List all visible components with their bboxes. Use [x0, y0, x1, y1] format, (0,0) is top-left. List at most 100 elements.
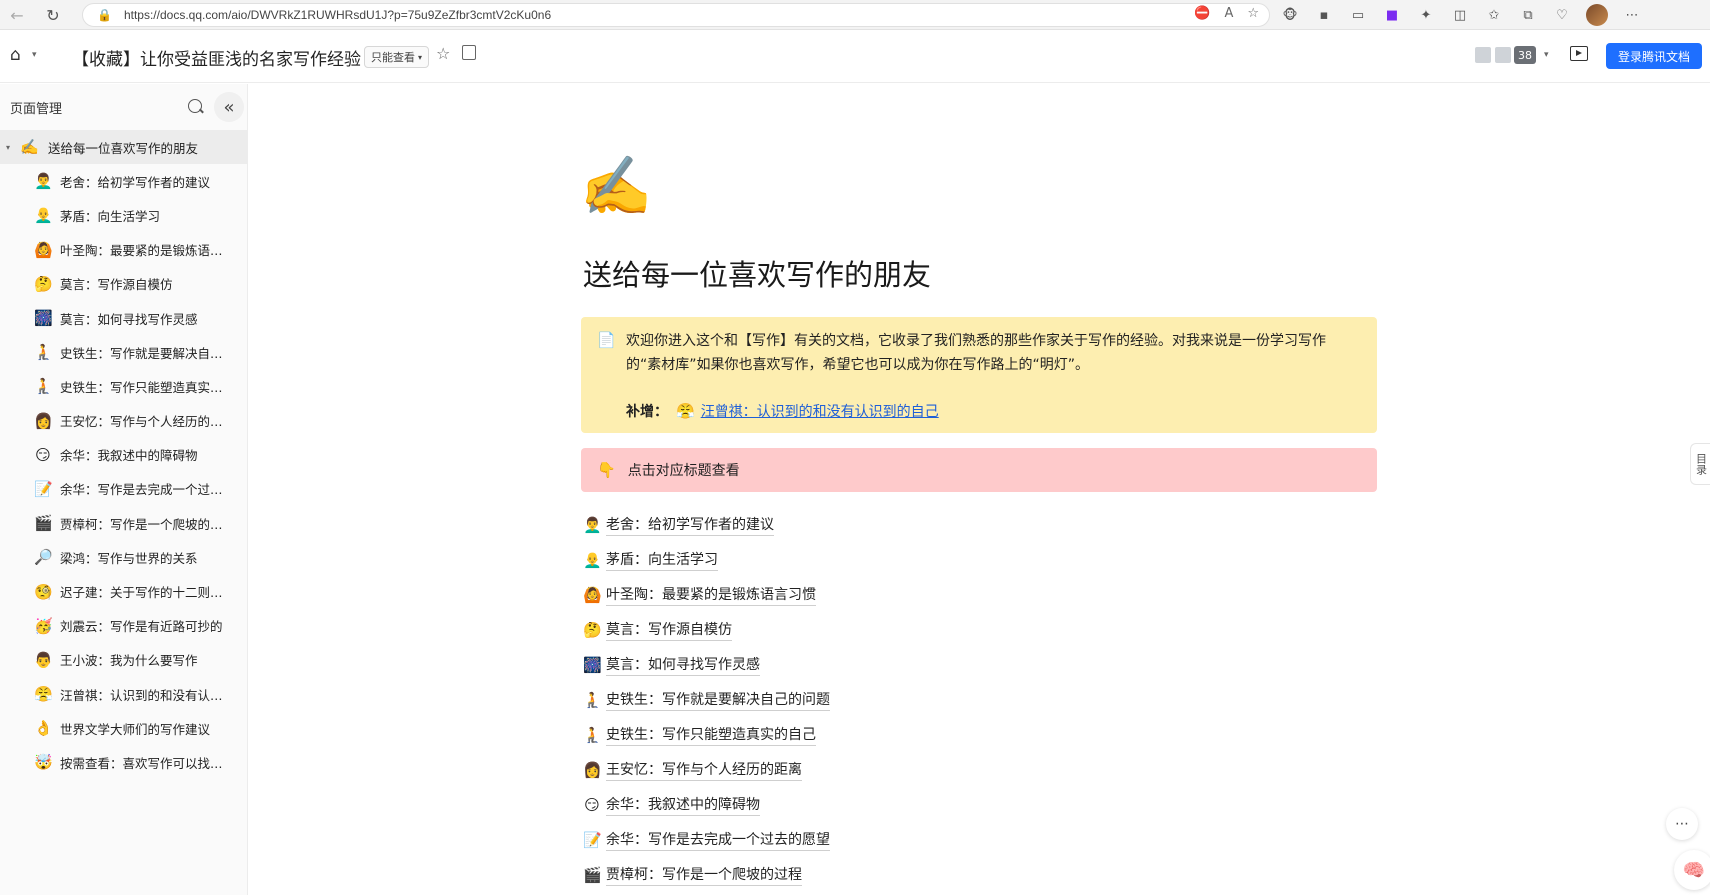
sidebar-item[interactable]: 🎬 贾樟柯：写作是一个爬坡的过程 — [0, 506, 247, 540]
sidebar-item[interactable]: 🙆 叶圣陶：最要紧的是锻炼语言习惯 — [0, 233, 247, 267]
login-button[interactable]: 登录腾讯文档 — [1606, 43, 1702, 69]
sidebar-item[interactable]: 🧐 迟子建：关于写作的十二则箴言 — [0, 574, 247, 608]
chapter-emoji-icon: 📝 — [583, 830, 602, 849]
sidebar-item[interactable]: 🤯 按需查看：喜欢写作可以找什么书看 — [0, 745, 247, 779]
star-icon[interactable]: ☆ — [436, 44, 450, 63]
view-mode-label: 只能查看 — [371, 51, 415, 64]
supplement-link[interactable]: 汪曾祺：认识到的和没有认识到的自己 — [701, 401, 939, 421]
chevron-down-icon[interactable]: ▾ — [32, 50, 37, 60]
sidebar-item[interactable]: 🧎 史铁生：写作就是要解决自己的问题 — [0, 335, 247, 369]
sidebar-item-label: 送给每一位喜欢写作的朋友 — [48, 140, 199, 156]
sidebar-item[interactable]: 🤔 莫言：写作源自模仿 — [0, 267, 247, 301]
chapter-link-label[interactable]: 贾樟柯：写作是一个爬坡的过程 — [606, 864, 802, 886]
sidebar-item[interactable]: 😤 汪曾祺：认识到的和没有认识到的自己 — [0, 677, 247, 711]
chapter-emoji-icon: 👨‍🦱 — [583, 515, 602, 534]
sidebar-item[interactable]: 👨‍🦲 茅盾：向生活学习 — [0, 198, 247, 232]
collections-icon[interactable]: ⧉ — [1518, 5, 1538, 25]
avatar — [1474, 46, 1492, 64]
chapter-link[interactable]: 🧎 史铁生：写作只能塑造真实的自己 — [583, 717, 830, 752]
sidebar-item-label: 史铁生：写作就是要解决自己的问题 — [60, 345, 230, 361]
search-icon[interactable] — [188, 99, 202, 113]
sidebar-item-label: 史铁生：写作只能塑造真实的自己 — [60, 379, 230, 395]
sidebar-item[interactable]: 👌 世界文学大师们的写作建议 — [0, 711, 247, 745]
page-emoji-icon: 😤 — [34, 685, 53, 704]
sidebar-item[interactable]: 🥳 刘震云：写作是有近路可抄的 — [0, 609, 247, 643]
toc-tab[interactable]: 目录 — [1690, 443, 1710, 485]
chapter-link[interactable]: 👨‍🦲 茅盾：向生活学习 — [583, 542, 830, 577]
sidebar-item-label: 贾樟柯：写作是一个爬坡的过程 — [60, 516, 230, 532]
more-icon[interactable]: ⋯ — [1666, 808, 1698, 840]
extension-monkey-icon[interactable]: 🐵 — [1280, 5, 1300, 25]
chapter-link[interactable]: 🎆 莫言：如何寻找写作灵感 — [583, 647, 830, 682]
sidebar-item-root[interactable]: ▾ ✍️ 送给每一位喜欢写作的朋友 — [0, 130, 247, 165]
back-arrow-icon[interactable]: ← — [4, 2, 30, 28]
page-emoji-icon: 👩 — [34, 411, 53, 430]
caret-down-icon[interactable]: ▾ — [6, 143, 20, 152]
sidebar-item[interactable]: 👩 王安忆：写作与个人经历的距离 — [0, 404, 247, 438]
page-tree: ▾ ✍️ 送给每一位喜欢写作的朋友 👨‍🦱 老舍：给初学写作者的建议 👨‍🦲 茅盾：向… — [0, 130, 247, 780]
chapter-link-label[interactable]: 王安忆：写作与个人经历的距离 — [606, 759, 802, 781]
sidebar-item[interactable]: 🔎 梁鸿：写作与世界的关系 — [0, 540, 247, 574]
chapter-link[interactable]: 🎬 贾樟柯：写作是一个爬坡的过程 — [583, 857, 830, 892]
sidebar-item[interactable]: 🧎 史铁生：写作只能塑造真实的自己 — [0, 369, 247, 403]
chapter-link[interactable]: 📝 余华：写作是去完成一个过去的愿望 — [583, 822, 830, 857]
extension-purple-icon[interactable]: ■ — [1382, 5, 1402, 25]
sidebar-item[interactable]: 🎆 莫言：如何寻找写作灵感 — [0, 301, 247, 335]
blocked-popup-icon[interactable]: ⛔ — [1194, 6, 1210, 21]
sidebar-item-label: 莫言：写作源自模仿 — [60, 277, 173, 293]
chapter-link[interactable]: 🙆 叶圣陶：最要紧的是锻炼语言习惯 — [583, 577, 830, 612]
lock-icon: 🔒 — [97, 8, 112, 22]
page-emoji-icon: 🧐 — [34, 582, 53, 601]
collaborators[interactable]: 38 ▾ — [1474, 46, 1549, 64]
read-aloud-icon[interactable]: A — [1224, 6, 1233, 21]
page-heading: 送给每一位喜欢写作的朋友 — [583, 258, 932, 292]
favorites-icon[interactable]: ✩ — [1484, 5, 1504, 25]
sidebar-item-label: 刘震云：写作是有近路可抄的 — [60, 619, 223, 635]
chapter-link-label[interactable]: 余华：我叙述中的障碍物 — [606, 794, 760, 816]
sidebar-item-label: 梁鸿：写作与世界的关系 — [60, 550, 198, 566]
writing-hand-icon: ✍️ — [20, 138, 39, 157]
split-screen-icon[interactable]: ◫ — [1450, 5, 1470, 25]
sidebar-item[interactable]: 😏 余华：我叙述中的障碍物 — [0, 438, 247, 472]
chapter-link[interactable]: 😏 余华：我叙述中的障碍物 — [583, 787, 830, 822]
chapter-link-label[interactable]: 史铁生：写作就是要解决自己的问题 — [606, 689, 830, 711]
collapse-sidebar-icon[interactable]: « — [214, 92, 244, 122]
note-icon[interactable] — [462, 45, 476, 60]
chevron-down-icon: ▾ — [418, 52, 423, 62]
chapter-link-label[interactable]: 老舍：给初学写作者的建议 — [606, 514, 774, 536]
page-emoji-icon: 🎬 — [34, 514, 53, 533]
chapter-link[interactable]: 🧎 史铁生：写作就是要解决自己的问题 — [583, 682, 830, 717]
chapter-link-label[interactable]: 莫言：如何寻找写作灵感 — [606, 654, 760, 676]
ai-assistant-icon[interactable]: 🧠 — [1674, 850, 1710, 890]
sidebar-item[interactable]: 👨 王小波：我为什么要写作 — [0, 643, 247, 677]
sidebar-item-label: 迟子建：关于写作的十二则箴言 — [60, 585, 230, 601]
profile-avatar[interactable] — [1586, 4, 1608, 26]
view-mode-button[interactable]: 只能查看 ▾ — [364, 46, 430, 68]
chapter-link[interactable]: 🤔 莫言：写作源自模仿 — [583, 612, 830, 647]
chevron-down-icon: ▾ — [1544, 50, 1549, 60]
extensions-puzzle-icon[interactable]: ✦ — [1416, 5, 1436, 25]
sidebar-item[interactable]: 📝 余华：写作是去完成一个过去的愿望 — [0, 472, 247, 506]
sidebar-item[interactable]: 👨‍🦱 老舍：给初学写作者的建议 — [0, 164, 247, 198]
chapter-link[interactable]: 👨‍🦱 老舍：给初学写作者的建议 — [583, 507, 830, 542]
address-bar[interactable]: 🔒 https://docs.qq.com/aio/DWVRkZ1RUWHRsd… — [82, 3, 1270, 27]
chapter-emoji-icon: 🙆 — [583, 585, 602, 604]
chapter-link-label[interactable]: 叶圣陶：最要紧的是锻炼语言习惯 — [606, 584, 816, 606]
chapter-link-label[interactable]: 茅盾：向生活学习 — [606, 549, 718, 571]
sidebar-header: 页面管理 « — [0, 84, 247, 130]
present-icon[interactable] — [1570, 46, 1588, 61]
extension-screen-icon[interactable]: ▭ — [1348, 5, 1368, 25]
sidebar-title: 页面管理 — [10, 101, 63, 117]
more-menu-icon[interactable]: ⋯ — [1622, 5, 1642, 25]
home-icon[interactable]: ⌂ — [10, 45, 21, 65]
extension-mask-icon[interactable]: ▪ — [1314, 5, 1334, 25]
favorite-star-icon[interactable]: ☆ — [1247, 6, 1259, 21]
chapter-link-label[interactable]: 史铁生：写作只能塑造真实的自己 — [606, 724, 816, 746]
chapter-link[interactable]: 👩 王安忆：写作与个人经历的距离 — [583, 752, 830, 787]
browser-essentials-icon[interactable]: ♡ — [1552, 5, 1572, 25]
chapter-emoji-icon: 🎬 — [583, 865, 602, 884]
page-emoji-icon: 👌 — [34, 719, 53, 738]
chapter-link-label[interactable]: 莫言：写作源自模仿 — [606, 619, 732, 641]
refresh-icon[interactable]: ↻ — [40, 2, 66, 28]
chapter-link-label[interactable]: 余华：写作是去完成一个过去的愿望 — [606, 829, 830, 851]
